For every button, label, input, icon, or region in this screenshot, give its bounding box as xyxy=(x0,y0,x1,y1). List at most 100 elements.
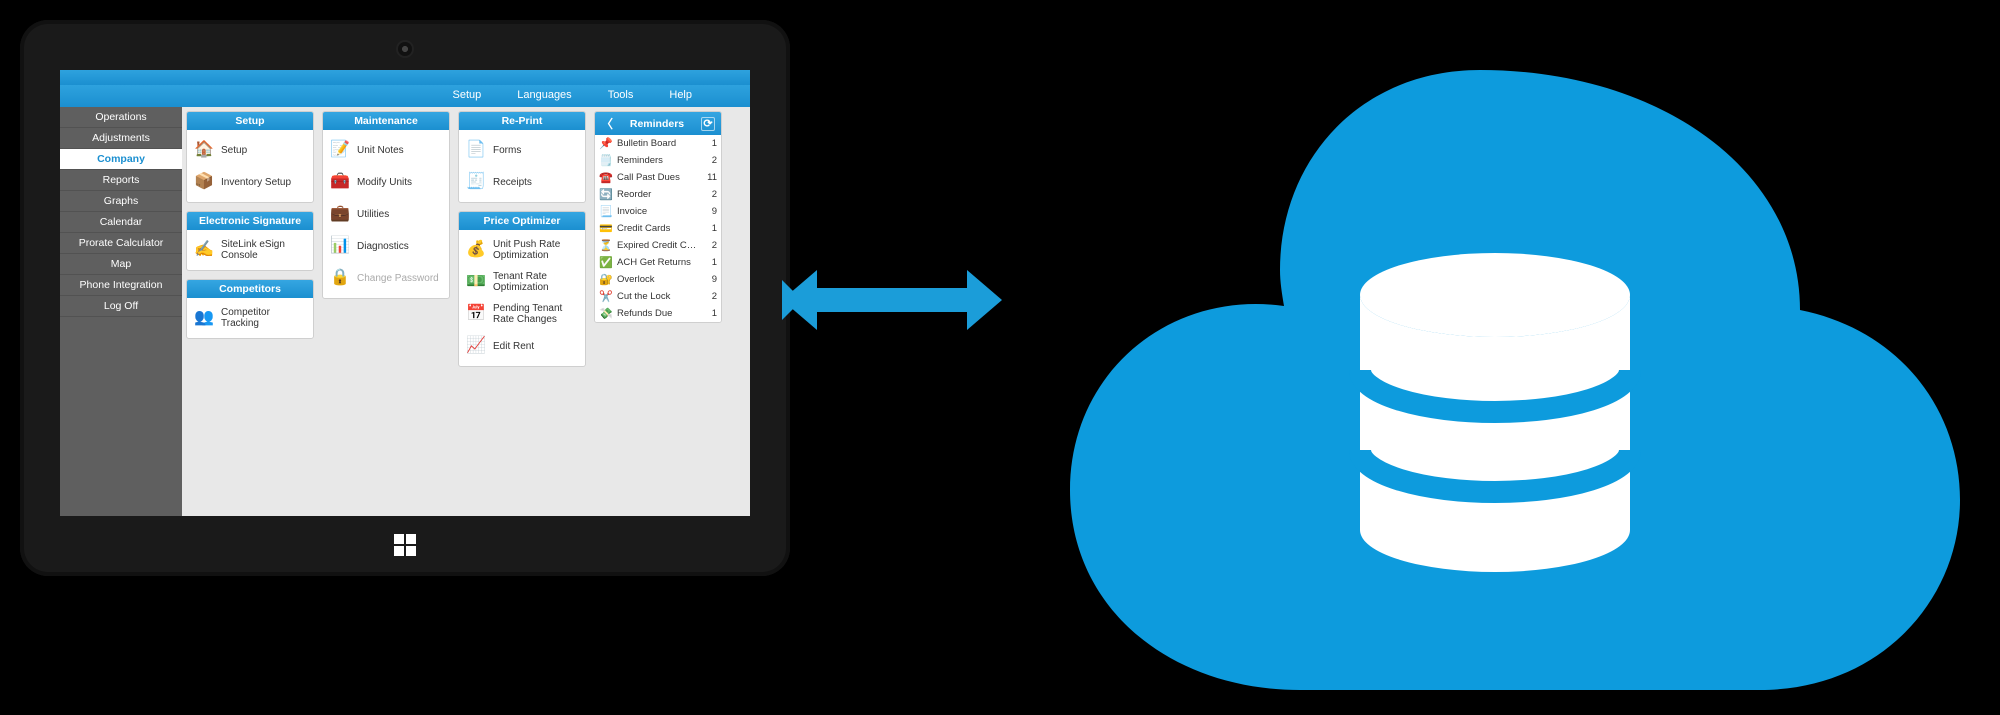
panel-item-label: SiteLink eSign Console xyxy=(221,239,307,261)
windows-home-button[interactable] xyxy=(390,530,420,560)
refresh-icon[interactable]: ⟳ xyxy=(701,117,715,131)
reminder-item-expired-credit-car-[interactable]: ⏳Expired Credit Car...2 xyxy=(595,237,721,254)
reminder-item-cut-the-lock[interactable]: ✂️ Cut the Lock 2 xyxy=(595,288,721,305)
reminder-count: 1 xyxy=(701,223,717,234)
panel-item-label: Forms xyxy=(493,145,579,156)
bulletin-board-icon: 📌 xyxy=(599,137,613,151)
panel-item-label: Edit Rent xyxy=(493,341,579,352)
panel-electronic-signature: Electronic Signature ✍️ SiteLink eSign Con… xyxy=(186,211,314,271)
reminder-label: Call Past Dues xyxy=(617,172,697,183)
panel-header: Setup xyxy=(187,112,313,130)
sidebar-item-adjustments[interactable]: Adjustments xyxy=(60,128,182,149)
sidebar-nav: OperationsAdjustmentsCompanyReportsGraph… xyxy=(60,107,182,516)
reminder-label: ACH Get Returns xyxy=(617,257,697,268)
reminder-count: 2 xyxy=(701,291,717,302)
panel-item-label: Utilities xyxy=(357,209,443,220)
reminder-item-ach-get-returns[interactable]: ✅ACH Get Returns1 xyxy=(595,254,721,271)
inventory-setup-icon: 📦 xyxy=(193,171,215,193)
panel-item-label: Setup xyxy=(221,145,307,156)
sidebar-item-company[interactable]: Company xyxy=(60,149,182,170)
panel-setup: Setup 🏠 Setup 📦 Inventory Setup xyxy=(186,111,314,203)
panel-item-competitor-tracking[interactable]: 👥Competitor Tracking xyxy=(189,302,311,334)
panel-item-modify-units[interactable]: 🧰Modify Units xyxy=(325,166,447,198)
menu-languages[interactable]: Languages xyxy=(499,85,589,107)
reminder-count: 2 xyxy=(701,155,717,166)
reminders-panel: 〈Reminders⟳📌Bulletin Board1🗒️Reminders2☎… xyxy=(594,111,722,323)
reminder-count: 9 xyxy=(701,274,717,285)
panel-item-label: Unit Push Rate Optimization xyxy=(493,239,579,261)
sidebar-item-graphs[interactable]: Graphs xyxy=(60,191,182,212)
reminder-item-invoice[interactable]: 📃Invoice9 xyxy=(595,203,721,220)
menu-help[interactable]: Help xyxy=(651,85,710,107)
panel-header: Competitors xyxy=(187,280,313,298)
panel-item-diagnostics[interactable]: 📊Diagnostics xyxy=(325,230,447,262)
app-menubar: Setup Languages Tools Help xyxy=(60,85,750,107)
column-2: Maintenance 📝 Unit Notes 🧰Modify Units💼Util… xyxy=(322,111,450,299)
reminder-count: 1 xyxy=(701,138,717,149)
reminder-label: Cut the Lock xyxy=(617,291,697,302)
panel-body: 💰 Unit Push Rate Optimization 💵Tenant Rate… xyxy=(459,230,585,366)
column-1: Setup 🏠 Setup 📦 Inventory Setup Electronic Si… xyxy=(186,111,314,339)
panel-item-label: Unit Notes xyxy=(357,145,443,156)
reminder-count: 1 xyxy=(701,257,717,268)
panel-header: Electronic Signature xyxy=(187,212,313,230)
setup-icon: 🏠 xyxy=(193,139,215,161)
menu-setup[interactable]: Setup xyxy=(434,85,499,107)
call-past-dues-icon: ☎️ xyxy=(599,171,613,185)
sidebar-item-calendar[interactable]: Calendar xyxy=(60,212,182,233)
sidebar-item-prorate-calculator[interactable]: Prorate Calculator xyxy=(60,233,182,254)
window-titlebar xyxy=(60,70,750,85)
content-columns: Setup 🏠 Setup 📦 Inventory Setup Electronic Si… xyxy=(182,107,750,516)
cloud-database-icon xyxy=(1000,10,1990,710)
panel-competitors: Competitors 👥Competitor Tracking xyxy=(186,279,314,339)
sync-arrow-icon xyxy=(782,260,1002,340)
panel-item-pending-tenant-rate-changes[interactable]: 📅Pending Tenant Rate Changes xyxy=(461,298,583,330)
unit-push-rate-optimization-icon: 💰 xyxy=(465,239,487,261)
reminder-item-reminders[interactable]: 🗒️Reminders2 xyxy=(595,152,721,169)
panel-header: Maintenance xyxy=(323,112,449,130)
menu-tools[interactable]: Tools xyxy=(590,85,652,107)
sitelink-esign-console-icon: ✍️ xyxy=(193,239,215,261)
panel-item-forms[interactable]: 📄Forms xyxy=(461,134,583,166)
reminder-item-reorder[interactable]: 🔄Reorder2 xyxy=(595,186,721,203)
pending-tenant-rate-changes-icon: 📅 xyxy=(465,303,487,325)
panel-item-edit-rent[interactable]: 📈Edit Rent xyxy=(461,330,583,362)
sidebar-item-reports[interactable]: Reports xyxy=(60,170,182,191)
reminder-label: Expired Credit Car... xyxy=(617,240,697,251)
modify-units-icon: 🧰 xyxy=(329,171,351,193)
refunds-due-icon: 💸 xyxy=(599,307,613,321)
reminder-item-bulletin-board[interactable]: 📌Bulletin Board1 xyxy=(595,135,721,152)
panel-item-label: Receipts xyxy=(493,177,579,188)
panel-item-utilities[interactable]: 💼Utilities xyxy=(325,198,447,230)
panel-item-unit-push-rate-optimization[interactable]: 💰 Unit Push Rate Optimization xyxy=(461,234,583,266)
cut-the-lock-icon: ✂️ xyxy=(599,290,613,304)
column-reminders: 〈Reminders⟳📌Bulletin Board1🗒️Reminders2☎… xyxy=(594,111,722,323)
sidebar-item-operations[interactable]: Operations xyxy=(60,107,182,128)
panel-item-tenant-rate-optimization[interactable]: 💵Tenant Rate Optimization xyxy=(461,266,583,298)
reminder-label: Credit Cards xyxy=(617,223,697,234)
sidebar-item-log-off[interactable]: Log Off xyxy=(60,296,182,317)
back-icon[interactable]: 〈 xyxy=(601,115,613,132)
panel-item-label: Tenant Rate Optimization xyxy=(493,271,579,293)
reminder-count: 11 xyxy=(701,172,717,183)
reminder-item-credit-cards[interactable]: 💳Credit Cards1 xyxy=(595,220,721,237)
panel-item-unit-notes[interactable]: 📝 Unit Notes xyxy=(325,134,447,166)
sidebar-item-phone-integration[interactable]: Phone Integration xyxy=(60,275,182,296)
panel-item-receipts[interactable]: 🧾Receipts xyxy=(461,166,583,198)
panel-item-inventory-setup[interactable]: 📦 Inventory Setup xyxy=(189,166,311,198)
panel-item-label: Inventory Setup xyxy=(221,177,307,188)
reminders-header: 〈Reminders⟳ xyxy=(595,112,721,135)
sidebar-item-map[interactable]: Map xyxy=(60,254,182,275)
reminder-item-overlock[interactable]: 🔐Overlock9 xyxy=(595,271,721,288)
reminder-item-call-past-dues[interactable]: ☎️ Call Past Dues 11 xyxy=(595,169,721,186)
panel-item-change-password: 🔒Change Password xyxy=(325,262,447,294)
competitor-tracking-icon: 👥 xyxy=(193,307,215,329)
reorder-icon: 🔄 xyxy=(599,188,613,202)
panel-maintenance: Maintenance 📝 Unit Notes 🧰Modify Units💼Util… xyxy=(322,111,450,299)
unit-notes-icon: 📝 xyxy=(329,139,351,161)
panel-item-setup[interactable]: 🏠 Setup xyxy=(189,134,311,166)
reminder-label: Overlock xyxy=(617,274,697,285)
panel-item-sitelink-esign-console[interactable]: ✍️ SiteLink eSign Console xyxy=(189,234,311,266)
reminder-item-refunds-due[interactable]: 💸Refunds Due1 xyxy=(595,305,721,322)
panel-re-print: Re-Print📄Forms🧾Receipts xyxy=(458,111,586,203)
